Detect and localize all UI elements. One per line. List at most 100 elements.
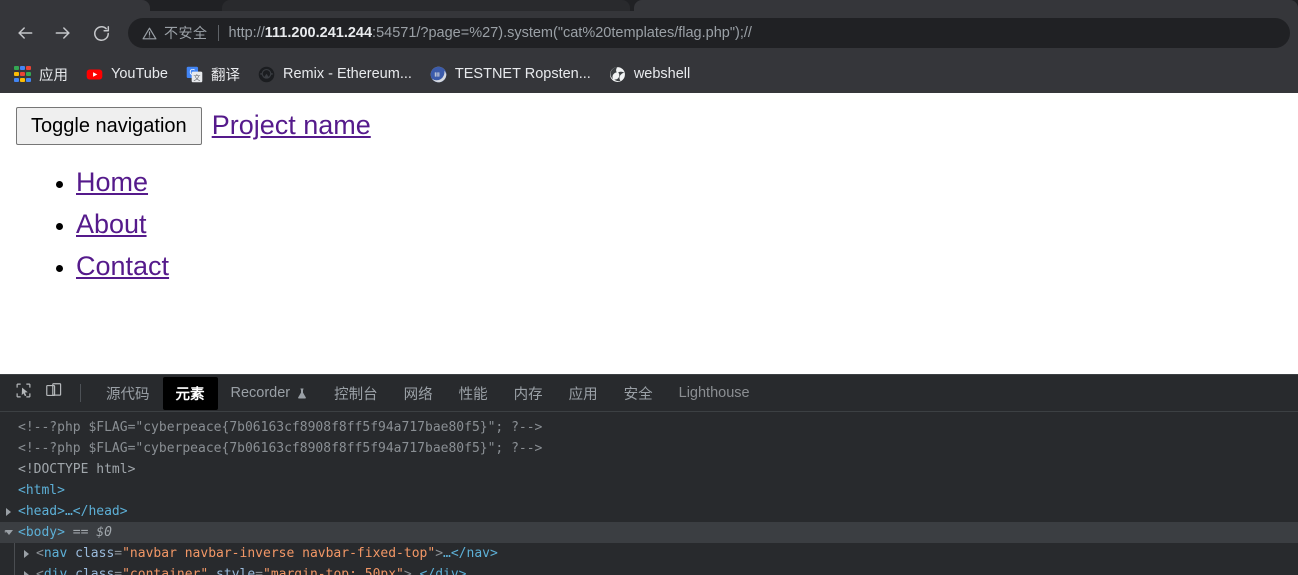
apps-grid-icon — [14, 65, 31, 83]
dom-tree[interactable]: <!--?php $FLAG="cyberpeace{7b06163cf8908… — [0, 412, 1298, 575]
tab-console[interactable]: 控制台 — [321, 377, 391, 410]
browser-tab[interactable] — [0, 0, 150, 11]
dom-nav-line[interactable]: <nav class="navbar navbar-inverse navbar… — [0, 543, 1298, 564]
bookmark-webshell[interactable]: webshell — [601, 62, 698, 87]
selected-node-marker: == $0 — [72, 525, 112, 540]
metamask-icon — [430, 66, 447, 83]
device-toolbar-icon — [45, 382, 62, 404]
tab-memory[interactable]: 内存 — [501, 377, 556, 410]
reload-button[interactable] — [84, 16, 118, 50]
tab-strip — [0, 0, 1298, 11]
chevron-right-icon[interactable] — [24, 550, 29, 558]
body-tag: <body> — [18, 525, 65, 540]
nav-collapsed: …</nav> — [443, 546, 498, 561]
head-tag: <head>…</head> — [18, 504, 128, 519]
tab-recorder-label: Recorder — [230, 385, 291, 401]
svg-text:文: 文 — [193, 73, 200, 82]
google-translate-icon: G 文 — [186, 66, 203, 83]
chevron-right-icon[interactable] — [6, 508, 11, 516]
doctype-text: <!DOCTYPE html> — [18, 462, 136, 477]
browser-toolbar: 不安全 http://111.200.241.244:54571/?page=%… — [0, 11, 1298, 55]
tab-lighthouse[interactable]: Lighthouse — [666, 379, 763, 407]
dom-div-line[interactable]: <div class="container" style="margin-top… — [0, 564, 1298, 575]
div-class-value: "container" — [122, 567, 209, 575]
list-item: About — [76, 209, 1298, 240]
php-flag-comment: <!--?php $FLAG="cyberpeace{7b06163cf8908… — [18, 441, 543, 456]
bookmark-label: TESTNET Ropsten... — [454, 66, 591, 82]
dom-body-line-selected[interactable]: ··· <body> == $0 — [0, 522, 1298, 543]
address-bar[interactable]: 不安全 http://111.200.241.244:54571/?page=%… — [128, 18, 1290, 48]
list-item: Home — [76, 167, 1298, 198]
toolbar-divider — [80, 384, 81, 402]
tab-security[interactable]: 安全 — [611, 377, 666, 410]
browser-tab-active[interactable] — [634, 0, 1298, 11]
brand-link[interactable]: Project name — [212, 110, 371, 141]
nav-link-about[interactable]: About — [76, 209, 147, 239]
toggle-navigation-button[interactable]: Toggle navigation — [16, 107, 202, 145]
tab-recorder[interactable]: Recorder — [218, 379, 322, 407]
tab-sources[interactable]: 源代码 — [93, 377, 163, 410]
bookmark-label: 翻译 — [210, 67, 240, 84]
nav-class-attr: class — [75, 546, 115, 561]
browser-window: 不安全 http://111.200.241.244:54571/?page=%… — [0, 0, 1298, 575]
div-style-value: "margin-top: 50px" — [263, 567, 404, 575]
list-item: Contact — [76, 251, 1298, 282]
url-host: 111.200.241.244 — [264, 25, 373, 41]
globe-icon — [609, 66, 626, 83]
inspect-element-button[interactable] — [8, 379, 38, 407]
nav-class-value: "navbar navbar-inverse navbar-fixed-top" — [122, 546, 436, 561]
dom-comment-line[interactable]: <!--?php $FLAG="cyberpeace{7b06163cf8908… — [0, 417, 1298, 438]
omnibox-divider — [217, 25, 219, 41]
bookmark-label: 应用 — [39, 67, 68, 84]
div-tag: div — [43, 567, 68, 575]
tab-elements[interactable]: 元素 — [162, 376, 218, 410]
not-secure-warning-icon[interactable] — [142, 26, 157, 41]
experiment-flask-icon — [296, 387, 308, 400]
inspect-element-icon — [15, 382, 32, 404]
div-collapsed: …</div> — [411, 567, 467, 575]
reload-icon — [92, 24, 111, 43]
html-tag: <html> — [18, 483, 65, 498]
devtools-toolbar: 源代码 元素 Recorder 控制台 网络 性能 内存 应用 安全 Light… — [0, 375, 1298, 412]
dom-head-line[interactable]: <head>…</head> — [0, 501, 1298, 522]
bookmark-translate[interactable]: G 文 翻译 — [178, 60, 248, 89]
bookmark-youtube[interactable]: YouTube — [78, 62, 176, 87]
bookmark-remix[interactable]: Remix - Ethereum... — [250, 62, 420, 87]
indent-guide — [14, 564, 15, 575]
security-status-label: 不安全 — [164, 25, 208, 41]
tab-application[interactable]: 应用 — [556, 377, 611, 410]
url-scheme: http:// — [228, 25, 265, 41]
dom-doctype-line[interactable]: <!DOCTYPE html> — [0, 459, 1298, 480]
div-class-attr: class — [75, 567, 115, 575]
arrow-right-icon — [53, 23, 73, 43]
tab-performance[interactable]: 性能 — [446, 377, 501, 410]
bookmark-apps[interactable]: 应用 — [6, 60, 76, 89]
devtools-panel: 源代码 元素 Recorder 控制台 网络 性能 内存 应用 安全 Light… — [0, 374, 1298, 575]
bookmark-label: Remix - Ethereum... — [282, 66, 412, 82]
site-nav-list: Home About Contact — [0, 167, 1298, 282]
nav-link-contact[interactable]: Contact — [76, 251, 169, 281]
device-toolbar-button[interactable] — [38, 379, 68, 407]
nav-link-home[interactable]: Home — [76, 167, 148, 197]
url-rest: :54571/?page=%27).system("cat%20template… — [372, 25, 752, 41]
browser-tab[interactable] — [222, 0, 630, 11]
url-text: http://111.200.241.244:54571/?page=%27).… — [229, 25, 752, 41]
youtube-icon — [86, 66, 103, 83]
forward-button[interactable] — [46, 16, 80, 50]
bookmark-metamask-testnet[interactable]: TESTNET Ropsten... — [422, 62, 599, 87]
arrow-left-icon — [15, 23, 35, 43]
site-navbar: Toggle navigation Project name — [0, 93, 1298, 145]
php-flag-comment: <!--?php $FLAG="cyberpeace{7b06163cf8908… — [18, 420, 543, 435]
remix-icon — [258, 66, 275, 83]
dom-html-line[interactable]: <html> — [0, 480, 1298, 501]
chevron-right-icon[interactable] — [24, 571, 29, 575]
back-button[interactable] — [8, 16, 42, 50]
bookmarks-bar: 应用 YouTube G 文 翻译 — [0, 55, 1298, 93]
dom-comment-line[interactable]: <!--?php $FLAG="cyberpeace{7b06163cf8908… — [0, 438, 1298, 459]
bookmark-label: webshell — [633, 66, 691, 82]
bookmark-label: YouTube — [111, 66, 168, 82]
chevron-down-icon[interactable] — [5, 530, 13, 539]
tab-network[interactable]: 网络 — [391, 377, 446, 410]
nav-tag: nav — [43, 546, 68, 561]
div-style-attr: style — [216, 567, 256, 575]
